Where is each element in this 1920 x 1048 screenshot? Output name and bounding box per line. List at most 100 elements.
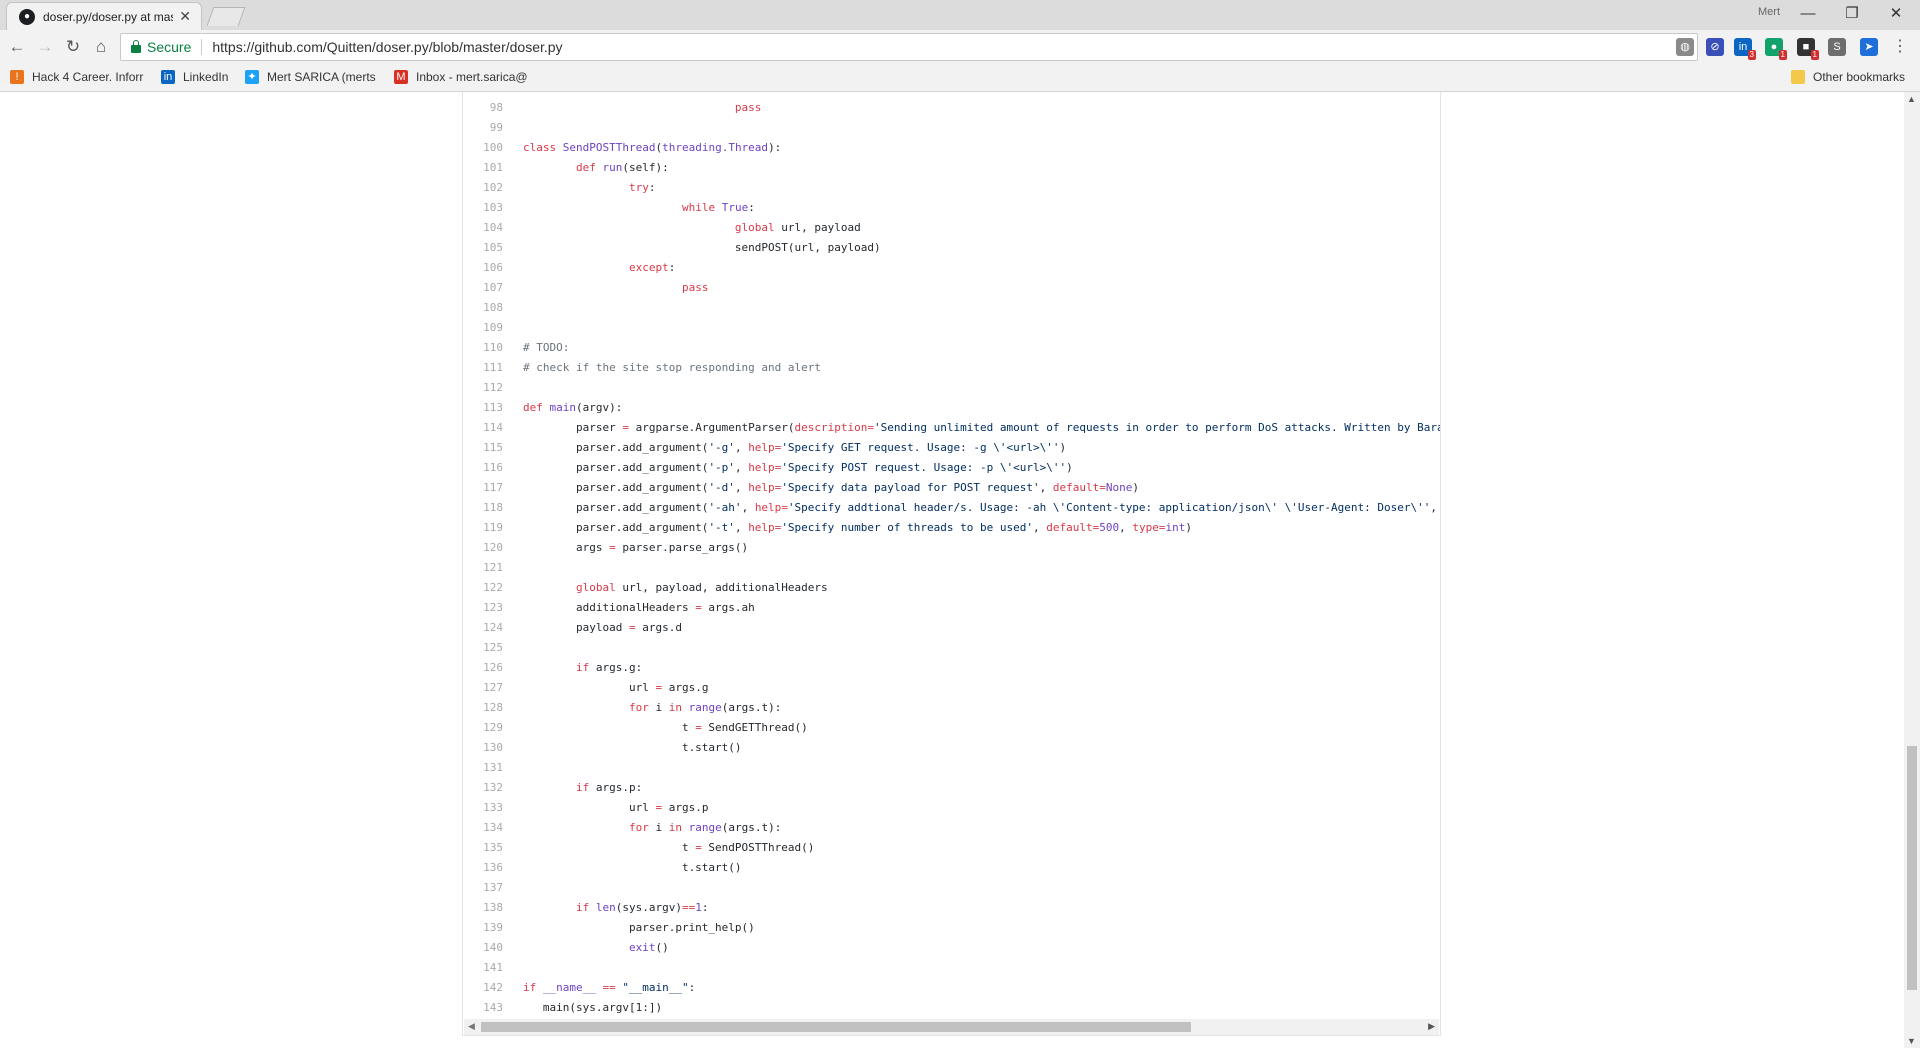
lock-icon [131,40,141,53]
reload-button[interactable]: ↻ [62,36,84,58]
profile-name[interactable]: Mert [1758,6,1780,18]
scroll-left-icon[interactable]: ◀ [468,1021,475,1032]
line-number[interactable]: 112 [463,378,503,398]
line-number[interactable]: 135 [463,838,503,858]
line-number[interactable]: 137 [463,878,503,898]
back-button[interactable]: ← [6,36,28,58]
line-number[interactable]: 101 [463,158,503,178]
line-number[interactable]: 115 [463,438,503,458]
bookmark-item[interactable]: ! Hack 4 Career. Inforr [10,70,143,84]
line-number[interactable]: 124 [463,618,503,638]
bookmark-label: Mert SARICA (merts [267,70,376,84]
divider [201,39,203,55]
line-number[interactable]: 111 [463,358,503,378]
line-number[interactable]: 107 [463,278,503,298]
bookmark-label: Hack 4 Career. Inforr [32,70,144,84]
line-number[interactable]: 122 [463,578,503,598]
scroll-down-icon[interactable]: ▼ [1907,1036,1916,1046]
code-line: 111 # check if the site stop responding a… [463,358,1440,378]
new-tab-button[interactable] [206,7,246,26]
green-extension-icon[interactable]: ● 1 [1765,38,1787,60]
line-number[interactable]: 136 [463,858,503,878]
line-number[interactable]: 142 [463,978,503,998]
code-line: 110 # TODO: [463,338,1440,358]
code-line: 116 parser.add_argument('-p', help='Spec… [463,458,1440,478]
code-text: additionalHeaders = args.ah [523,601,755,614]
line-number[interactable]: 119 [463,518,503,538]
line-number[interactable]: 114 [463,418,503,438]
s-extension-icon[interactable]: S [1828,38,1846,56]
code-text: if args.p: [575,781,643,794]
forward-button[interactable]: → [34,36,56,58]
line-number[interactable]: 113 [463,398,503,418]
line-number[interactable]: 125 [463,638,503,658]
close-tab-icon[interactable]: ✕ [179,8,191,25]
horizontal-scroll-thumb[interactable] [481,1022,1191,1032]
send-extension-icon[interactable]: ➤ [1860,38,1878,56]
line-number[interactable]: 133 [463,798,503,818]
orange-icon: ! [10,70,24,84]
line-number[interactable]: 104 [463,218,503,238]
other-bookmarks[interactable]: Other bookmarks [1791,70,1905,84]
restore-button[interactable]: ❐ [1832,2,1872,26]
line-number[interactable]: 117 [463,478,503,498]
line-number[interactable]: 126 [463,658,503,678]
line-number[interactable]: 98 [463,98,503,118]
line-number[interactable]: 141 [463,958,503,978]
line-number[interactable]: 134 [463,818,503,838]
line-number[interactable]: 132 [463,778,503,798]
line-number[interactable]: 128 [463,698,503,718]
line-number[interactable]: 143 [463,998,503,1018]
line-number[interactable]: 139 [463,918,503,938]
scroll-up-icon[interactable]: ▲ [1907,94,1916,104]
code-text: sendPOST(url, payload) [523,241,881,254]
block-extension-icon[interactable]: ⊘ [1706,38,1724,56]
line-number[interactable]: 120 [463,538,503,558]
minimize-button[interactable]: — [1788,2,1828,26]
line-number[interactable]: 127 [463,678,503,698]
line-number[interactable]: 102 [463,178,503,198]
bookmark-item[interactable]: in LinkedIn [161,70,228,84]
code-line: 100 class SendPOSTThread(threading.Thread… [463,138,1440,158]
vertical-scroll-thumb[interactable] [1907,746,1917,990]
line-number[interactable]: 108 [463,298,503,318]
vertical-scrollbar[interactable]: ▲ ▼ [1904,92,1920,1048]
line-number[interactable]: 105 [463,238,503,258]
scroll-right-icon[interactable]: ▶ [1428,1021,1435,1032]
close-window-button[interactable]: ✕ [1876,2,1916,26]
home-button[interactable]: ⌂ [90,36,112,58]
url-text[interactable]: https://github.com/Quitten/doser.py/blob… [212,39,562,55]
horizontal-scrollbar[interactable]: ◀ ▶ [464,1019,1439,1035]
line-number[interactable]: 118 [463,498,503,518]
line-number[interactable]: 131 [463,758,503,778]
code-text: if args.g: [575,661,643,674]
line-number[interactable]: 110 [463,338,503,358]
line-number[interactable]: 116 [463,458,503,478]
line-number[interactable]: 129 [463,718,503,738]
line-number[interactable]: 121 [463,558,503,578]
bookmark-item[interactable]: M Inbox - mert.sarica@ [394,70,528,84]
code-text: parser.print_help() [523,921,755,934]
line-number[interactable]: 140 [463,938,503,958]
code-text: def main(argv): [523,401,623,414]
linkedin-extension-icon[interactable]: in 3 [1734,38,1756,60]
code-text: # TODO: [523,341,570,354]
globe-extension-icon[interactable]: ◍ [1676,38,1694,56]
line-number[interactable]: 123 [463,598,503,618]
browser-tab[interactable]: ● doser.py/doser.py at mas ✕ [6,2,202,30]
code-text: t = SendPOSTThread() [523,841,815,854]
code-text: for i in range(args.t): [628,701,782,714]
address-bar[interactable]: Secure https://github.com/Quitten/doser.… [120,33,1698,61]
dark-extension-icon[interactable]: ■ 1 [1797,38,1819,60]
line-number[interactable]: 130 [463,738,503,758]
line-number[interactable]: 99 [463,118,503,138]
menu-icon[interactable]: ⋮ [1892,36,1908,56]
line-number[interactable]: 138 [463,898,503,918]
other-bookmarks-label: Other bookmarks [1813,70,1906,84]
bookmark-item[interactable]: ✦ Mert SARICA (merts [245,70,376,84]
line-number[interactable]: 103 [463,198,503,218]
code-text: if len(sys.argv)==1: [575,901,709,914]
line-number[interactable]: 106 [463,258,503,278]
line-number[interactable]: 100 [463,138,503,158]
line-number[interactable]: 109 [463,318,503,338]
